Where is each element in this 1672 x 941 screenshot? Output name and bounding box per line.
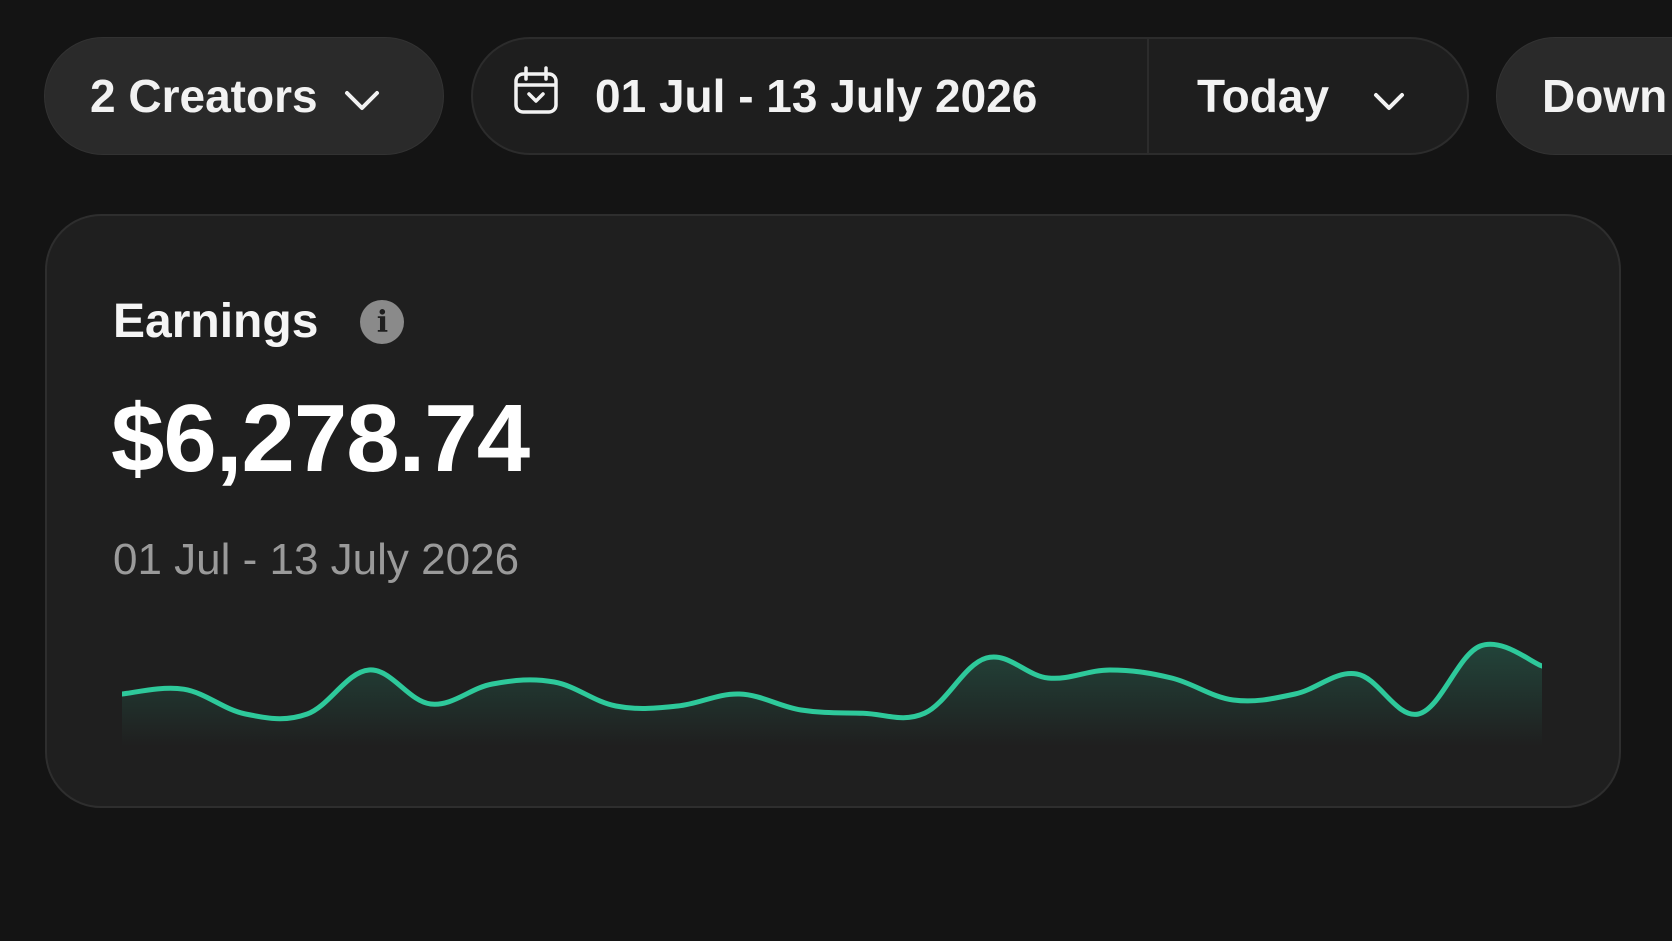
sparkline-point-19 — [1293, 692, 1297, 696]
sparkline-point-10 — [737, 692, 741, 696]
sparkline-point-18 — [1231, 698, 1235, 702]
sparkline-point-20 — [1355, 672, 1359, 676]
period-dropdown[interactable]: Today — [1149, 39, 1405, 153]
sparkline-point-9 — [676, 704, 680, 708]
download-label: Down — [1542, 70, 1668, 122]
sparkline-point-6 — [490, 682, 494, 686]
sparkline-point-15 — [1046, 676, 1050, 680]
sparkline-point-22 — [1478, 644, 1482, 648]
earnings-sparkline — [122, 641, 1542, 746]
sparkline-point-13 — [923, 711, 927, 715]
sparkline-point-4 — [367, 668, 371, 672]
sparkline-point-16 — [1108, 668, 1112, 672]
calendar-icon — [513, 65, 559, 127]
period-label: Today — [1197, 70, 1330, 122]
date-range-group: 01 Jul - 13 July 2026 Today — [471, 37, 1469, 155]
sparkline-point-8 — [614, 704, 618, 708]
chevron-down-icon — [344, 69, 380, 123]
creators-dropdown[interactable]: 2 Creators — [44, 37, 444, 155]
earnings-amount: $6,278.74 — [111, 385, 530, 492]
sparkline-point-2 — [243, 712, 247, 716]
date-range-picker[interactable]: 01 Jul - 13 July 2026 — [473, 39, 1149, 153]
sparkline-point-7 — [552, 680, 556, 684]
filter-toolbar: 2 Creators 01 Jul - 13 July 2026 Today D… — [44, 37, 1672, 155]
info-icon[interactable]: i — [360, 300, 405, 344]
card-title: Earnings — [113, 295, 319, 348]
chevron-down-icon — [1373, 69, 1405, 123]
creators-label: 2 Creators — [90, 70, 318, 122]
download-button[interactable]: Down — [1496, 37, 1672, 155]
sparkline-point-11 — [799, 708, 803, 712]
sparkline-point-12 — [861, 711, 865, 715]
sparkline-point-21 — [1417, 712, 1421, 716]
earnings-card: Earnings i $6,278.74 01 Jul - 13 July 20… — [45, 214, 1621, 808]
sparkline-point-1 — [182, 687, 186, 691]
sparkline-point-5 — [429, 702, 433, 706]
card-header: Earnings i — [113, 295, 405, 348]
earnings-date-range: 01 Jul - 13 July 2026 — [113, 535, 520, 584]
date-range-label: 01 Jul - 13 July 2026 — [595, 70, 1038, 122]
sparkline-point-3 — [305, 712, 309, 716]
earnings-dashboard: 2 Creators 01 Jul - 13 July 2026 Today D… — [0, 0, 1672, 941]
sparkline-point-17 — [1170, 676, 1174, 680]
sparkline-point-14 — [984, 656, 988, 660]
